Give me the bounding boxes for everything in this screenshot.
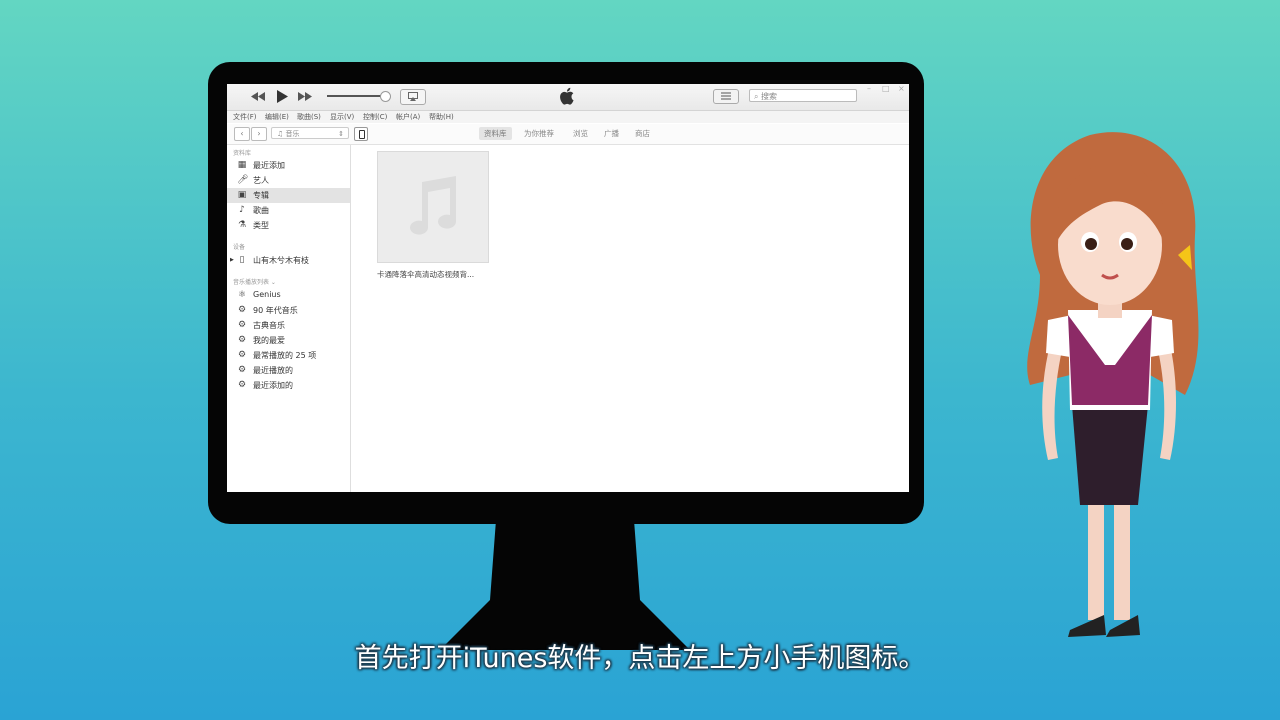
apple-logo — [560, 87, 574, 105]
tab-radio[interactable]: 广播 — [599, 127, 624, 140]
sidebar-item-label: 艺人 — [253, 176, 269, 185]
media-kind-label: 音乐 — [285, 130, 300, 138]
gear-icon: ⚙ — [237, 365, 247, 375]
iphone-icon: ▯ — [239, 255, 245, 265]
microphone-icon: 🎤︎ — [237, 175, 249, 185]
search-input[interactable]: ⌕ 搜索 — [749, 89, 857, 102]
select-arrows-icon: ⇕ — [338, 130, 344, 138]
forward-button[interactable]: › — [251, 127, 267, 141]
tab-browse[interactable]: 浏览 — [568, 127, 593, 140]
music-note-icon: ♫ — [277, 130, 286, 138]
fast-forward-icon[interactable] — [296, 89, 314, 103]
search-placeholder: 搜索 — [761, 92, 778, 101]
genius-icon: ⚛ — [237, 290, 247, 300]
airplay-icon — [408, 92, 418, 101]
sidebar-item-genres[interactable]: ⚗ 类型 — [227, 218, 350, 233]
media-kind-select[interactable]: ♫ 音乐 ⇕ — [271, 127, 349, 139]
sidebar-item-label: 最近添加 — [253, 161, 285, 170]
sidebar-item-label: 最近播放的 — [253, 366, 293, 375]
gear-icon: ⚙ — [237, 380, 247, 390]
list-view-button[interactable] — [713, 89, 739, 104]
menu-help[interactable]: 帮助(H) — [429, 112, 454, 122]
menu-edit[interactable]: 编辑(E) — [265, 112, 289, 122]
itunes-window: ⌕ 搜索 – □ × 文件(F) 编辑(E) 歌曲(S) 显示(V) 控制(C)… — [227, 84, 909, 492]
sidebar-item-label: 90 年代音乐 — [253, 306, 298, 315]
sidebar-item-label: 最近添加的 — [253, 381, 293, 390]
sidebar-item-device[interactable]: ▶ ▯ 山有木兮木有枝 — [227, 253, 350, 268]
genre-icon: ⚗ — [237, 220, 247, 230]
devices-heading: 设备 — [233, 244, 246, 251]
airplay-button[interactable] — [400, 89, 426, 105]
menu-account[interactable]: 帐户(A) — [396, 112, 420, 122]
sidebar-item-songs[interactable]: ♪ 歌曲 — [227, 203, 350, 218]
itunes-toolbar: ⌕ 搜索 – □ × — [227, 84, 909, 111]
gear-icon: ⚙ — [237, 305, 247, 315]
sidebar-item-label: 我的最爱 — [253, 336, 285, 345]
sidebar-item-albums[interactable]: ▣ 专辑 — [227, 188, 350, 203]
playlists-heading[interactable]: 音乐播放列表 ⌄ — [233, 277, 276, 286]
music-note-icon: ♪ — [239, 205, 245, 215]
close-button[interactable]: × — [898, 84, 905, 93]
navigation-bar: ‹ › ♫ 音乐 ⇕ 资料库 为你推荐 浏览 广播 商店 — [227, 124, 909, 145]
iphone-icon — [359, 130, 365, 139]
minimize-button[interactable]: – — [867, 84, 871, 93]
cartoon-presenter — [1027, 132, 1199, 637]
volume-slider-track[interactable] — [327, 95, 385, 97]
tab-for-you[interactable]: 为你推荐 — [519, 127, 559, 140]
maximize-button[interactable]: □ — [882, 84, 890, 93]
search-icon: ⌕ — [754, 92, 759, 101]
sidebar-item-playlist[interactable]: ⚙ 最近添加的 — [227, 378, 350, 393]
calendar-icon: ▦ — [237, 160, 247, 170]
sidebar-item-recently-added[interactable]: ▦ 最近添加 — [227, 158, 350, 173]
tab-store[interactable]: 商店 — [630, 127, 655, 140]
gear-icon: ⚙ — [237, 350, 247, 360]
gear-icon: ⚙ — [237, 320, 247, 330]
album-title[interactable]: 卡通降落伞高清动态视频背... — [377, 269, 474, 280]
library-heading: 资料库 — [233, 150, 252, 157]
device-button[interactable] — [354, 127, 368, 141]
rewind-icon[interactable] — [249, 89, 267, 103]
menu-song[interactable]: 歌曲(S) — [297, 112, 321, 122]
sidebar-item-artists[interactable]: 🎤︎ 艺人 — [227, 173, 350, 188]
sidebar-item-playlist[interactable]: ⚙ 我的最爱 — [227, 333, 350, 348]
back-button[interactable]: ‹ — [234, 127, 250, 141]
sidebar-item-label: 类型 — [253, 221, 269, 230]
sidebar-item-playlist[interactable]: ⚙ 90 年代音乐 — [227, 303, 350, 318]
music-note-icon — [410, 176, 456, 235]
menu-view[interactable]: 显示(V) — [330, 112, 354, 122]
list-view-icon — [721, 92, 731, 100]
volume-slider-knob[interactable] — [380, 91, 391, 102]
disclosure-triangle-icon[interactable]: ▶ — [230, 257, 234, 263]
play-icon[interactable] — [273, 89, 291, 103]
sidebar-item-label: 专辑 — [253, 191, 269, 200]
album-icon: ▣ — [237, 190, 247, 200]
sidebar-item-genius[interactable]: ⚛ Genius — [227, 288, 350, 303]
sidebar-item-playlist[interactable]: ⚙ 古典音乐 — [227, 318, 350, 333]
device-name: 山有木兮木有枝 — [253, 256, 309, 265]
menu-bar: 文件(F) 编辑(E) 歌曲(S) 显示(V) 控制(C) 帐户(A) 帮助(H… — [227, 111, 909, 123]
sidebar: 资料库 ▦ 最近添加 🎤︎ 艺人 ▣ 专辑 ♪ 歌曲 ⚗ 类型 设备 ▶ ▯ 山… — [227, 145, 351, 492]
gear-icon: ⚙ — [237, 335, 247, 345]
subtitle-caption: 首先打开iTunes软件，点击左上方小手机图标。 — [354, 643, 926, 674]
sidebar-item-label: 最常播放的 25 项 — [253, 351, 317, 360]
sidebar-item-playlist[interactable]: ⚙ 最近播放的 — [227, 363, 350, 378]
sidebar-item-label: 古典音乐 — [253, 321, 285, 330]
sidebar-item-label: Genius — [253, 290, 281, 299]
menu-controls[interactable]: 控制(C) — [363, 112, 387, 122]
album-artwork[interactable] — [377, 151, 489, 263]
menu-file[interactable]: 文件(F) — [233, 112, 257, 122]
sidebar-item-playlist[interactable]: ⚙ 最常播放的 25 项 — [227, 348, 350, 363]
tab-library[interactable]: 资料库 — [479, 127, 512, 140]
video-scene: ⌕ 搜索 – □ × 文件(F) 编辑(E) 歌曲(S) 显示(V) 控制(C)… — [0, 0, 1280, 720]
sidebar-item-label: 歌曲 — [253, 206, 269, 215]
